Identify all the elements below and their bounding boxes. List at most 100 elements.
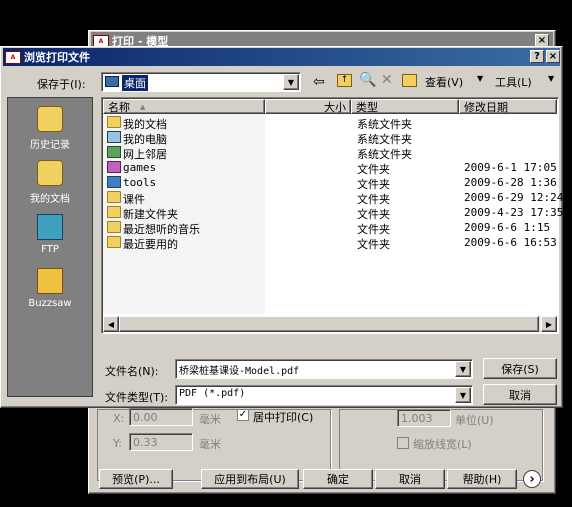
x-unit: 毫米	[199, 413, 221, 426]
my-computer-icon	[107, 131, 121, 143]
place-history[interactable]: 历史记录	[8, 106, 92, 151]
ftp-icon	[37, 214, 63, 240]
print-help-button[interactable]: 帮助(H)	[447, 469, 517, 489]
horizontal-scrollbar[interactable]: ◀ ▶	[103, 316, 557, 332]
look-in-label: 保存于(I):	[37, 78, 86, 91]
browse-titlebar: A 浏览打印文件	[3, 48, 560, 66]
file-row[interactable]: 最近要用的 文件夹 2009-6-6 16:53	[103, 235, 557, 251]
scroll-right-icon[interactable]: ▶	[541, 316, 557, 332]
column-type[interactable]: 类型	[351, 99, 459, 114]
tools-chevron-icon: ▼	[548, 74, 555, 83]
place-my-documents-label: 我的文档	[30, 194, 70, 205]
filetype-value: PDF (*.pdf)	[179, 388, 246, 399]
delete-icon[interactable]: ✕	[381, 72, 393, 88]
file-row[interactable]: 新建文件夹 文件夹 2009-4-23 17:35	[103, 205, 563, 221]
file-row[interactable]: 网上邻居 系统文件夹	[103, 145, 557, 161]
preview-button[interactable]: 预览(P)...	[99, 469, 173, 489]
x-label: X:	[113, 412, 125, 425]
desktop-icon	[105, 76, 119, 87]
filename-combo[interactable]: 桥梁桩基课设-Model.pdf ▼	[175, 359, 473, 379]
file-rows: 我的文档 系统文件夹 我的电脑 系统文件夹 网上邻居 系统文件夹 games 文件夹 2009-…	[103, 114, 563, 314]
scroll-left-icon[interactable]: ◀	[103, 316, 119, 332]
tools-icon	[107, 176, 121, 188]
look-in-combo[interactable]: 桌面 ▼	[101, 72, 301, 92]
scale-units-input[interactable]: 1.003	[397, 409, 451, 427]
file-name: 最近要用的	[123, 238, 178, 251]
my-documents-icon	[37, 160, 63, 186]
file-modified: 2009-4-23 17:35	[464, 206, 564, 219]
folder-icon	[107, 206, 121, 218]
list-header: 名称 ▲ 大小 类型 修改日期	[103, 99, 557, 114]
file-row[interactable]: 我的电脑 系统文件夹	[103, 130, 557, 146]
place-ftp-label: FTP	[41, 244, 59, 255]
folder-icon	[107, 221, 121, 233]
filename-input[interactable]: 桥梁桩基课设-Model.pdf	[179, 362, 299, 377]
network-icon	[107, 146, 121, 158]
center-plot-checkbox[interactable]: ✓	[237, 409, 249, 421]
file-row[interactable]: 课件 文件夹 2009-6-29 12:24	[103, 190, 563, 206]
folder-icon	[107, 191, 121, 203]
file-modified: 2009-6-6 1:15	[464, 221, 551, 234]
look-in-value: 桌面	[122, 75, 148, 91]
file-row[interactable]: 我的文档 系统文件夹	[103, 115, 557, 131]
file-type: 文件夹	[357, 238, 390, 251]
scroll-thumb[interactable]	[119, 316, 539, 332]
help-title-button[interactable]: ?	[530, 50, 544, 63]
filetype-label: 文件类型(T):	[105, 391, 169, 404]
file-name: games	[123, 161, 157, 174]
tools-menu[interactable]: 工具(L)	[495, 74, 532, 90]
place-my-documents[interactable]: 我的文档	[8, 160, 92, 205]
folder-icon	[107, 236, 121, 248]
column-modified[interactable]: 修改日期	[459, 99, 557, 114]
y-unit: 毫米	[199, 438, 221, 451]
scale-lineweights-label: 缩放线宽(L)	[413, 438, 472, 451]
column-size-label: 大小	[324, 100, 346, 114]
filename-label: 文件名(N):	[105, 365, 159, 378]
up-folder-icon[interactable]: ↑	[337, 74, 352, 87]
file-modified: 2009-6-29 12:24	[464, 191, 564, 204]
places-bar: 历史记录 我的文档 FTP Buzzsaw	[7, 97, 93, 397]
filetype-chevron-icon[interactable]: ▼	[455, 387, 471, 403]
file-modified: 2009-6-28 1:36	[464, 176, 557, 189]
print-cancel-button[interactable]: 取消	[375, 469, 445, 489]
column-name[interactable]: 名称 ▲	[103, 99, 265, 114]
back-icon[interactable]: ⇦	[313, 74, 325, 90]
column-modified-label: 修改日期	[464, 100, 508, 114]
file-modified: 2009-6-1 17:05	[464, 161, 557, 174]
chevron-down-icon[interactable]: ▼	[283, 74, 299, 90]
more-options-button[interactable]: ›	[523, 470, 541, 488]
my-documents-icon	[107, 116, 121, 128]
place-buzzsaw-label: Buzzsaw	[28, 298, 72, 309]
sort-up-icon: ▲	[140, 102, 146, 111]
browse-close-button[interactable]: ×	[546, 50, 560, 63]
games-icon	[107, 161, 121, 173]
print-ok-button[interactable]: 确定	[303, 469, 373, 489]
column-size[interactable]: 大小	[265, 99, 351, 114]
file-row[interactable]: tools 文件夹 2009-6-28 1:36	[103, 175, 557, 191]
scale-unit-label: 单位(U)	[455, 414, 494, 427]
filetype-combo[interactable]: PDF (*.pdf) ▼	[175, 385, 473, 405]
file-modified: 2009-6-6 16:53	[464, 236, 557, 249]
views-menu[interactable]: 查看(V)	[425, 74, 463, 90]
file-row[interactable]: games 文件夹 2009-6-1 17:05	[103, 160, 557, 176]
scale-lineweights-checkbox[interactable]	[397, 437, 409, 449]
filename-chevron-icon[interactable]: ▼	[455, 361, 471, 377]
history-icon	[37, 106, 63, 132]
column-type-label: 类型	[356, 100, 378, 114]
column-name-label: 名称	[108, 100, 130, 114]
place-ftp[interactable]: FTP	[8, 214, 92, 255]
file-row[interactable]: 最近想听的音乐 文件夹 2009-6-6 1:15	[103, 220, 557, 236]
file-name: tools	[123, 176, 157, 189]
new-folder-icon[interactable]	[402, 74, 417, 87]
cancel-button[interactable]: 取消	[483, 384, 557, 405]
y-offset-input[interactable]: 0.33	[129, 433, 193, 451]
views-chevron-icon: ▼	[477, 74, 484, 83]
apply-to-layout-button[interactable]: 应用到布局(U)	[201, 469, 299, 489]
x-offset-input[interactable]: 0.00	[129, 408, 193, 426]
place-history-label: 历史记录	[30, 140, 70, 151]
place-buzzsaw[interactable]: Buzzsaw	[8, 268, 92, 309]
search-web-icon[interactable]: 🔍	[359, 72, 376, 88]
browse-title: 浏览打印文件	[24, 51, 90, 64]
save-button[interactable]: 保存(S)	[483, 358, 557, 379]
file-list[interactable]: 名称 ▲ 大小 类型 修改日期 我的文档 系统文件夹 我的电脑 系统文件夹 网上邻居 系统文…	[101, 97, 563, 334]
